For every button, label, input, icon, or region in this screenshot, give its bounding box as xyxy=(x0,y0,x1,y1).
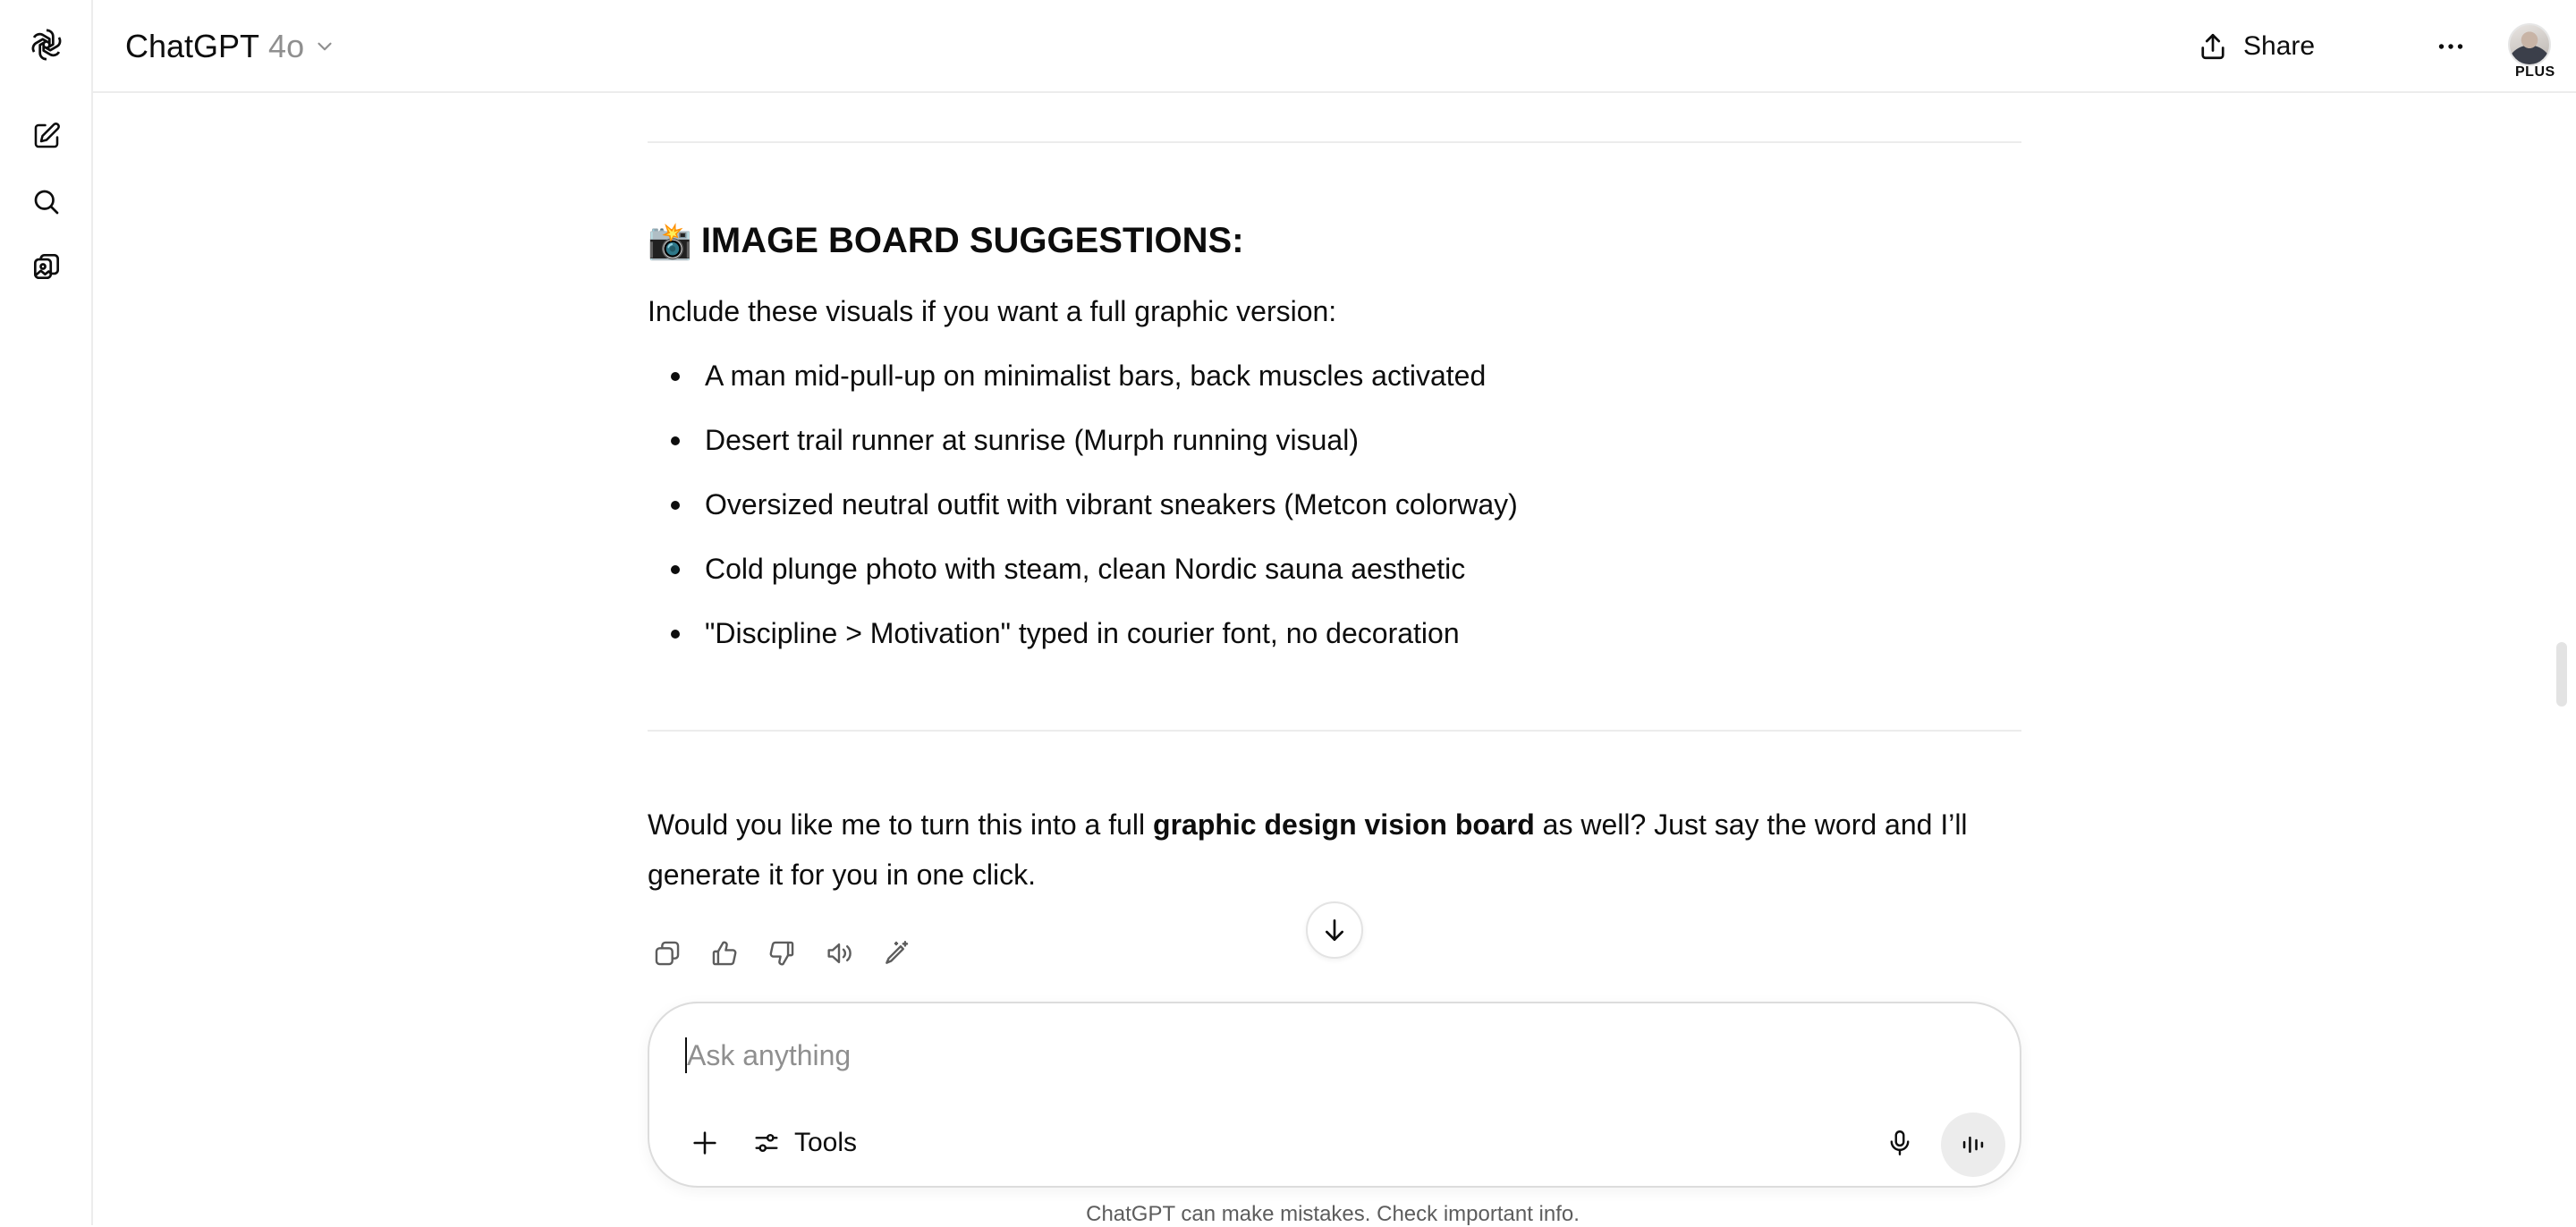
read-aloud-button[interactable] xyxy=(819,934,859,973)
openai-logo-icon xyxy=(31,29,62,61)
divider xyxy=(648,141,2021,143)
intro-text: Include these visuals if you want a full… xyxy=(648,295,1337,327)
search-icon xyxy=(34,190,59,215)
chevron-down-icon xyxy=(318,42,332,51)
closing-text-start: Would you like me to turn this into a fu… xyxy=(648,808,1154,841)
suggestion-list: A man mid-pull-up on minimalist bars, ba… xyxy=(648,343,1518,665)
model-selector[interactable]: ChatGPT 4o xyxy=(125,23,336,70)
divider xyxy=(648,730,2021,732)
scroll-to-bottom-button[interactable] xyxy=(1306,901,1363,959)
composer: Tools xyxy=(648,1002,2021,1188)
user-avatar[interactable] xyxy=(2508,23,2551,66)
sliders-icon xyxy=(755,1134,778,1152)
list-item: A man mid-pull-up on minimalist bars, ba… xyxy=(648,343,1518,408)
library-button[interactable] xyxy=(25,245,68,288)
speaker-icon xyxy=(827,943,852,964)
plan-badge: PLUS xyxy=(2515,64,2555,80)
tools-button[interactable]: Tools xyxy=(744,1120,864,1166)
more-options-button[interactable] xyxy=(2426,23,2476,70)
dictate-button[interactable] xyxy=(1877,1120,1923,1166)
share-button[interactable]: Share xyxy=(2186,21,2326,72)
prompt-input[interactable] xyxy=(687,1030,1939,1080)
section-heading: 📸 IMAGE BOARD SUGGESTIONS: xyxy=(648,220,1244,262)
model-version: 4o xyxy=(268,28,305,64)
share-label: Share xyxy=(2243,31,2316,61)
thumbs-up-button[interactable] xyxy=(705,934,744,973)
plus-icon xyxy=(693,1131,716,1155)
closing-paragraph: Would you like me to turn this into a fu… xyxy=(648,800,2021,900)
disclaimer: ChatGPT can make mistakes. Check importa… xyxy=(1086,1202,1580,1226)
add-attachment-button[interactable] xyxy=(682,1120,728,1166)
voice-waveform-icon xyxy=(1962,1136,1984,1154)
list-item: Desert trail runner at sunrise (Murph ru… xyxy=(648,408,1518,472)
library-icon xyxy=(33,253,60,280)
thumbs-down-icon xyxy=(769,941,794,966)
search-chats-button[interactable] xyxy=(25,181,68,224)
message-actions xyxy=(648,934,916,973)
closing-bold-text: graphic design vision board xyxy=(1153,808,1535,841)
magic-pencil-icon xyxy=(886,941,909,964)
arrow-down-icon xyxy=(1326,919,1343,941)
list-item: "Discipline > Motivation" typed in couri… xyxy=(648,601,1518,665)
openai-logo[interactable] xyxy=(25,23,68,66)
edit-in-canvas-button[interactable] xyxy=(877,934,916,973)
edit-icon xyxy=(34,123,60,148)
camera-flash-icon: 📸 xyxy=(648,222,692,261)
ellipsis-icon xyxy=(2438,44,2463,49)
new-chat-button[interactable] xyxy=(25,114,68,157)
section-title: IMAGE BOARD SUGGESTIONS: xyxy=(700,221,1244,260)
microphone-icon xyxy=(1890,1130,1910,1155)
app-title: ChatGPT xyxy=(125,28,260,64)
list-item: Cold plunge photo with steam, clean Nord… xyxy=(648,537,1518,601)
thumbs-down-button[interactable] xyxy=(762,934,801,973)
list-item: Oversized neutral outfit with vibrant sn… xyxy=(648,472,1518,537)
tools-label: Tools xyxy=(794,1128,858,1157)
share-icon xyxy=(2201,33,2224,60)
thumbs-up-icon xyxy=(712,941,737,966)
scrollbar[interactable] xyxy=(2556,642,2567,707)
copy-button[interactable] xyxy=(648,934,687,973)
sidebar xyxy=(0,0,93,1225)
voice-mode-button[interactable] xyxy=(1941,1113,2005,1177)
top-bar: ChatGPT 4o Share PLUS xyxy=(93,0,2576,93)
copy-icon xyxy=(655,941,680,966)
